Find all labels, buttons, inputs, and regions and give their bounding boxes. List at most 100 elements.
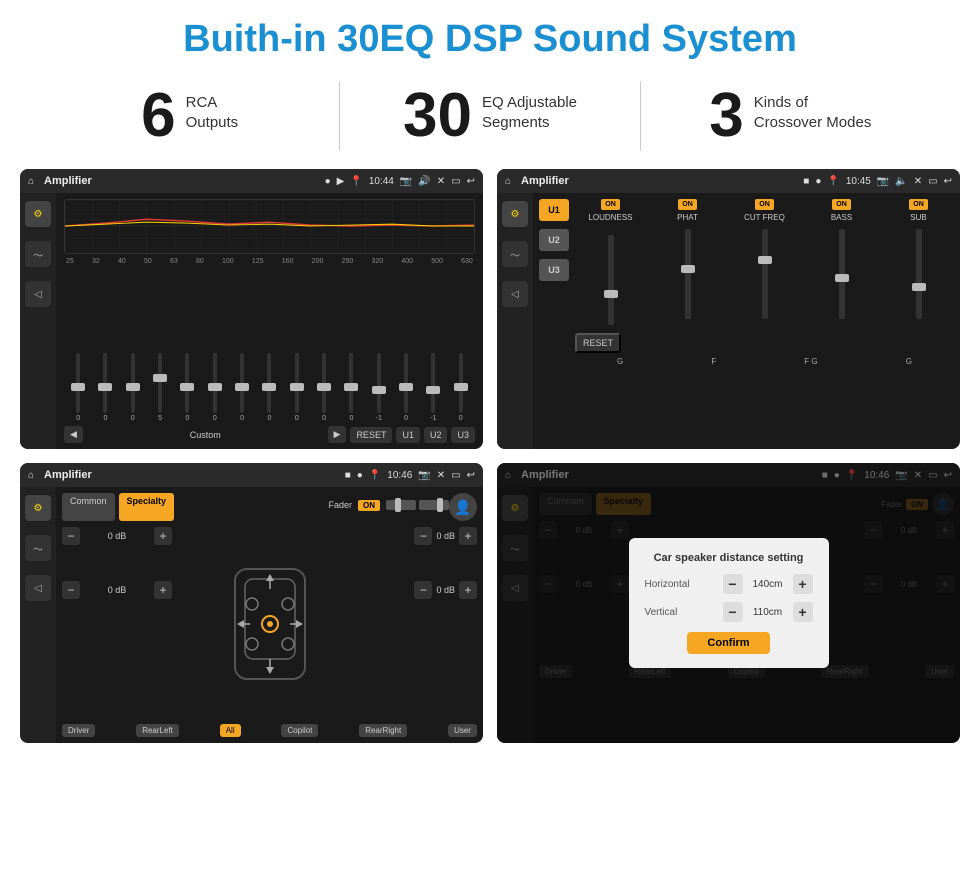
vertical-plus[interactable]: +	[793, 602, 813, 622]
driver-btn[interactable]: Driver	[62, 724, 95, 737]
db-val-br: 0 dB	[436, 585, 455, 595]
user-avatar: 👤	[449, 493, 477, 521]
eq-slider-6: 0	[230, 353, 254, 422]
rearleft-btn[interactable]: RearLeft	[136, 724, 179, 737]
eq-bottom-bar: ◀ Custom ▶ RESET U1 U2 U3	[64, 426, 475, 443]
eq-u1-btn[interactable]: U1	[396, 427, 420, 443]
common-tab[interactable]: Common	[62, 493, 115, 521]
channel-sub: ON SUB	[883, 199, 954, 325]
home-icon-2[interactable]: ⌂	[505, 176, 511, 187]
speaker-icon-1[interactable]: ◁	[25, 281, 51, 307]
stat-text-rca: RCAOutputs	[186, 85, 239, 132]
stat-number-eq: 30	[403, 85, 472, 147]
eq-slider-12: 0	[394, 353, 418, 422]
vertical-minus[interactable]: −	[723, 602, 743, 622]
eq-slider-8: 0	[285, 353, 309, 422]
home-icon-3[interactable]: ⌂	[28, 470, 34, 481]
horizontal-minus[interactable]: −	[723, 574, 743, 594]
back-icon-3[interactable]: ↩	[467, 470, 475, 481]
eq-slider-3: 5	[148, 353, 172, 422]
amp-channels: ON LOUDNESS ON	[575, 199, 954, 443]
eq-prev-btn[interactable]: ◀	[64, 426, 83, 443]
freq-labels: 253240506380100125160200250320400500630	[64, 258, 475, 265]
rect-icon-2: ▭	[928, 176, 937, 187]
home-icon-1[interactable]: ⌂	[28, 176, 34, 187]
all-btn[interactable]: All	[220, 724, 241, 737]
confirm-button[interactable]: Confirm	[687, 632, 769, 654]
stat-number-crossover: 3	[709, 85, 743, 147]
x-icon-1: ✕	[437, 176, 445, 187]
fader-on-row: Fader ON	[328, 500, 449, 511]
channel-loudness: ON LOUDNESS	[575, 199, 646, 325]
back-icon-1[interactable]: ↩	[467, 176, 475, 187]
x-icon-2: ✕	[914, 176, 922, 187]
amp-reset-btn[interactable]: RESET	[575, 333, 621, 353]
screen-fader-dialog: ⌂ Amplifier ■ ● 📍 10:46 📷 ✕ ▭ ↩ ⚙ 〜 ◁ Co…	[497, 463, 960, 743]
wave-icon-3[interactable]: 〜	[25, 535, 51, 561]
speaker-icon-3[interactable]: ◁	[25, 575, 51, 601]
eq-slider-1: 0	[93, 353, 117, 422]
eq-next-btn[interactable]: ▶	[328, 426, 347, 443]
fader-sliders	[386, 500, 449, 510]
dialog-overlay: Car speaker distance setting Horizontal …	[497, 463, 960, 743]
wave-icon-2[interactable]: 〜	[502, 241, 528, 267]
u3-preset[interactable]: U3	[539, 259, 569, 281]
horizontal-row: Horizontal − 140cm +	[645, 574, 813, 594]
eq-reset-btn[interactable]: RESET	[350, 427, 392, 443]
dot2-icon-2: ●	[815, 176, 821, 187]
plus-btn-br[interactable]: +	[459, 581, 477, 599]
copilot-btn[interactable]: Copilot	[281, 724, 318, 737]
horizontal-label: Horizontal	[645, 579, 690, 590]
dialog-box: Car speaker distance setting Horizontal …	[629, 538, 829, 668]
screen3-topbar: ⌂ Amplifier ■ ● 📍 10:46 📷 ✕ ▭ ↩	[20, 463, 483, 487]
speaker-icon-2[interactable]: ◁	[502, 281, 528, 307]
eq-graph	[64, 199, 475, 254]
stat-item-eq: 30 EQ AdjustableSegments	[360, 85, 619, 147]
dot-icon-3: ■	[345, 470, 351, 481]
horizontal-value: 140cm	[747, 579, 789, 590]
minus-btn-bl[interactable]: −	[62, 581, 80, 599]
channel-bass: ON BASS	[806, 199, 877, 325]
eq-slider-11: -1	[367, 353, 391, 422]
fader-on-btn[interactable]: ON	[358, 500, 380, 511]
screen2-title: Amplifier	[521, 175, 797, 187]
fader-content: Common Specialty Fader ON 👤	[56, 487, 483, 743]
eq-sliders: 0 0 0 5 0	[64, 271, 475, 422]
minus-btn-br[interactable]: −	[414, 581, 432, 599]
user-btn[interactable]: User	[448, 724, 477, 737]
fader-tabs: Common Specialty Fader ON 👤	[62, 493, 477, 521]
dot2-icon-3: ●	[357, 470, 363, 481]
db-control-tr: − 0 dB +	[414, 527, 477, 545]
rect-icon-3: ▭	[451, 470, 460, 481]
screen2-topbar: ⌂ Amplifier ■ ● 📍 10:45 📷 🔈 ✕ ▭ ↩	[497, 169, 960, 193]
screen-crossover: ⌂ Amplifier ■ ● 📍 10:45 📷 🔈 ✕ ▭ ↩ ⚙ 〜 ◁ …	[497, 169, 960, 449]
stats-row: 6 RCAOutputs 30 EQ AdjustableSegments 3 …	[0, 71, 980, 169]
eq-content: 253240506380100125160200250320400500630 …	[56, 193, 483, 449]
plus-btn-tr[interactable]: +	[459, 527, 477, 545]
u1-preset[interactable]: U1	[539, 199, 569, 221]
pin-icon-2: 📍	[827, 176, 839, 187]
u2-preset[interactable]: U2	[539, 229, 569, 251]
minus-btn-tr[interactable]: −	[414, 527, 432, 545]
vol-icon-1: 🔊	[418, 176, 430, 187]
back-icon-2[interactable]: ↩	[944, 176, 952, 187]
dot-icon-2: ■	[803, 176, 809, 187]
eq-icon-3[interactable]: ⚙	[25, 495, 51, 521]
eq-u3-btn[interactable]: U3	[451, 427, 475, 443]
stat-text-eq: EQ AdjustableSegments	[482, 85, 577, 132]
minus-btn-tl[interactable]: −	[62, 527, 80, 545]
wave-icon-1[interactable]: 〜	[25, 241, 51, 267]
dot-icon-1: ●	[325, 176, 331, 187]
eq-icon-2[interactable]: ⚙	[502, 201, 528, 227]
specialty-tab[interactable]: Specialty	[119, 493, 175, 521]
plus-btn-bl[interactable]: +	[154, 581, 172, 599]
eq-slider-4: 0	[175, 353, 199, 422]
eq-u2-btn[interactable]: U2	[424, 427, 448, 443]
plus-btn-tl[interactable]: +	[154, 527, 172, 545]
x-icon-3: ✕	[437, 470, 445, 481]
pin-icon-1: 📍	[350, 176, 362, 187]
eq-icon-1[interactable]: ⚙	[25, 201, 51, 227]
fader-right-col: − 0 dB + − 0 dB +	[367, 527, 477, 720]
horizontal-plus[interactable]: +	[793, 574, 813, 594]
rearright-btn[interactable]: RearRight	[359, 724, 407, 737]
